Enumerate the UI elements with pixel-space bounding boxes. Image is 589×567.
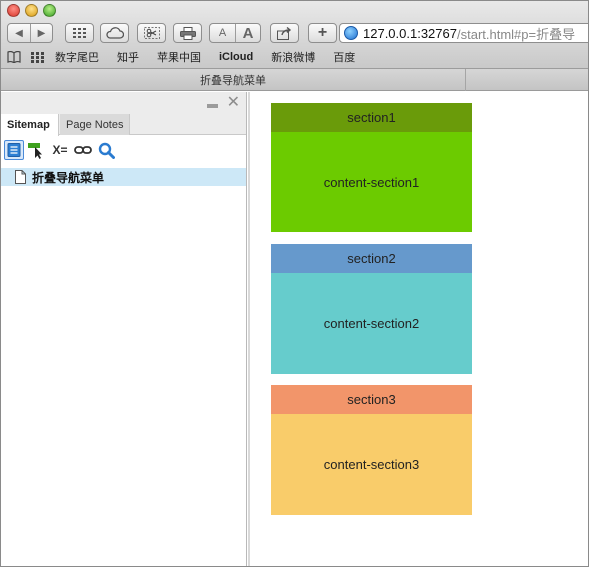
text-bigger-label: A bbox=[242, 24, 254, 42]
clip-button[interactable] bbox=[137, 23, 166, 43]
section-content: content-section1 bbox=[271, 132, 472, 232]
zoom-window-button[interactable] bbox=[43, 4, 56, 17]
tab-page-notes[interactable]: Page Notes bbox=[60, 114, 131, 135]
tab-strip: 折叠导航菜单 bbox=[1, 69, 588, 91]
plus-icon: + bbox=[317, 24, 328, 41]
highlight-interactive-tool[interactable] bbox=[27, 140, 47, 160]
bookmarks-bar: 数字尾巴 知乎 苹果中国 iCloud 新浪微博 百度 bbox=[1, 47, 588, 67]
close-window-button[interactable] bbox=[7, 4, 20, 17]
tab-sitemap-label: Sitemap bbox=[7, 119, 50, 131]
forward-arrow-icon: ▶ bbox=[37, 27, 46, 39]
text-size-buttons: A A bbox=[209, 23, 261, 43]
panel-header: ✕ Sitemap Page Notes bbox=[1, 92, 246, 136]
section-header[interactable]: section2 bbox=[271, 244, 472, 273]
accordion-section-1: section1 content-section1 bbox=[271, 103, 472, 232]
tab-page-notes-label: Page Notes bbox=[66, 118, 124, 131]
link-tool[interactable] bbox=[73, 140, 93, 160]
minimize-window-button[interactable] bbox=[25, 4, 38, 17]
url-host: 127.0.0.1:32767 bbox=[363, 25, 457, 41]
grid-icon bbox=[72, 28, 86, 38]
link-icon bbox=[74, 146, 92, 154]
printer-icon bbox=[179, 26, 196, 40]
back-arrow-icon: ◀ bbox=[15, 27, 23, 39]
top-sites-button[interactable] bbox=[65, 23, 94, 43]
bookmark-item[interactable]: 百度 bbox=[333, 49, 355, 65]
bookmark-item[interactable]: 新浪微博 bbox=[271, 49, 315, 65]
back-forward-buttons: ◀ ▶ bbox=[7, 23, 53, 43]
page-list-icon bbox=[7, 143, 21, 157]
url-path: /start.html#p=折叠导 bbox=[456, 26, 576, 42]
tab-sitemap[interactable]: Sitemap bbox=[1, 114, 59, 136]
add-bookmark-button[interactable]: + bbox=[308, 23, 337, 43]
variables-label: X= bbox=[52, 143, 68, 157]
search-icon bbox=[98, 142, 115, 159]
globe-icon bbox=[344, 26, 358, 40]
page-icon bbox=[15, 170, 26, 184]
text-smaller-button[interactable]: A bbox=[210, 24, 235, 42]
back-button[interactable]: ◀ bbox=[8, 24, 30, 42]
top-sites-grid-icon[interactable] bbox=[31, 51, 45, 63]
sitemap-toolbar: X= bbox=[1, 139, 246, 161]
bookmark-item[interactable]: iCloud bbox=[219, 51, 253, 63]
browser-window: ◀ ▶ A A + 127.0.0.1:32767 /start.html#p=… bbox=[0, 0, 589, 567]
variables-tool[interactable]: X= bbox=[50, 140, 70, 160]
accordion-section-2: section2 content-section2 bbox=[271, 244, 472, 374]
forward-button[interactable]: ▶ bbox=[30, 24, 52, 42]
section-content: content-section3 bbox=[271, 414, 472, 515]
section-header[interactable]: section1 bbox=[271, 103, 472, 132]
page-content: section1 content-section1 section2 conte… bbox=[248, 92, 588, 566]
address-bar[interactable]: 127.0.0.1:32767/start.html#p=折叠导 bbox=[339, 23, 588, 43]
page-list-tool[interactable] bbox=[4, 140, 24, 160]
cloud-icon bbox=[105, 27, 124, 39]
search-tool[interactable] bbox=[96, 140, 116, 160]
icloud-button[interactable] bbox=[100, 23, 129, 43]
sitemap-panel: ✕ Sitemap Page Notes X= 折叠导航菜单 bbox=[1, 92, 247, 566]
section-header[interactable]: section3 bbox=[271, 385, 472, 414]
section-content: content-section2 bbox=[271, 273, 472, 374]
bookmark-item[interactable]: 数字尾巴 bbox=[55, 49, 99, 65]
browser-tab-active[interactable]: 折叠导航菜单 bbox=[1, 69, 466, 91]
bookmark-item[interactable]: 知乎 bbox=[117, 49, 139, 65]
share-icon bbox=[276, 26, 291, 40]
text-smaller-label: A bbox=[218, 27, 227, 39]
bookmark-item[interactable]: 苹果中国 bbox=[157, 49, 201, 65]
tab-title: 折叠导航菜单 bbox=[200, 75, 266, 87]
scissors-icon bbox=[143, 27, 160, 39]
share-button[interactable] bbox=[270, 23, 299, 43]
browser-toolbar: ◀ ▶ A A + 127.0.0.1:32767 /start.html#p=… bbox=[1, 1, 588, 69]
pointer-flag-icon bbox=[28, 143, 42, 159]
accordion-section-3: section3 content-section3 bbox=[271, 385, 472, 515]
minimize-panel-icon[interactable] bbox=[207, 104, 218, 108]
print-button[interactable] bbox=[173, 23, 202, 43]
tree-item-label: 折叠导航菜单 bbox=[32, 170, 105, 185]
close-panel-icon[interactable]: ✕ bbox=[227, 95, 240, 111]
sitemap-tree-item[interactable]: 折叠导航菜单 bbox=[1, 168, 246, 186]
reading-list-icon[interactable] bbox=[7, 51, 21, 63]
text-bigger-button[interactable]: A bbox=[235, 24, 260, 42]
